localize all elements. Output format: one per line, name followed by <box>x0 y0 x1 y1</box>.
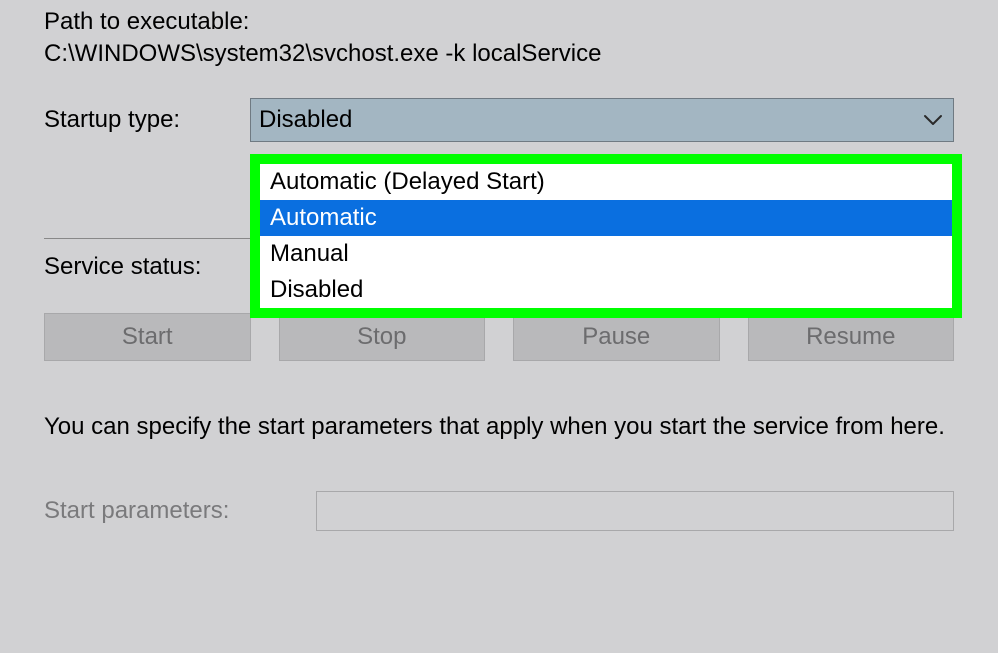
service-properties-panel: Path to executable: C:\WINDOWS\system32\… <box>0 0 998 653</box>
path-to-executable-label: Path to executable: <box>44 8 954 36</box>
startup-type-dropdown[interactable]: Automatic (Delayed Start) Automatic Manu… <box>260 164 952 308</box>
startup-option-automatic[interactable]: Automatic <box>260 200 952 236</box>
start-button[interactable]: Start <box>44 313 251 361</box>
startup-option-automatic-delayed[interactable]: Automatic (Delayed Start) <box>260 164 952 200</box>
startup-type-combo[interactable]: Disabled <box>250 98 954 142</box>
startup-type-selected: Disabled <box>259 106 352 134</box>
startup-type-label: Startup type: <box>44 106 250 134</box>
start-button-label: Start <box>122 323 173 351</box>
pause-button-label: Pause <box>582 323 650 351</box>
start-parameters-label: Start parameters: <box>44 497 316 525</box>
stop-button[interactable]: Stop <box>279 313 486 361</box>
stop-button-label: Stop <box>357 323 406 351</box>
chevron-down-icon <box>923 114 943 126</box>
startup-option-manual[interactable]: Manual <box>260 236 952 272</box>
resume-button[interactable]: Resume <box>748 313 955 361</box>
service-status-label: Service status: <box>44 253 250 281</box>
startup-type-dropdown-highlight: Automatic (Delayed Start) Automatic Manu… <box>250 154 962 318</box>
path-to-executable-value: C:\WINDOWS\system32\svchost.exe -k local… <box>44 40 954 68</box>
start-parameters-input[interactable] <box>316 491 954 531</box>
start-parameters-help: You can specify the start parameters tha… <box>44 411 954 443</box>
startup-option-disabled[interactable]: Disabled <box>260 272 952 308</box>
resume-button-label: Resume <box>806 323 895 351</box>
pause-button[interactable]: Pause <box>513 313 720 361</box>
